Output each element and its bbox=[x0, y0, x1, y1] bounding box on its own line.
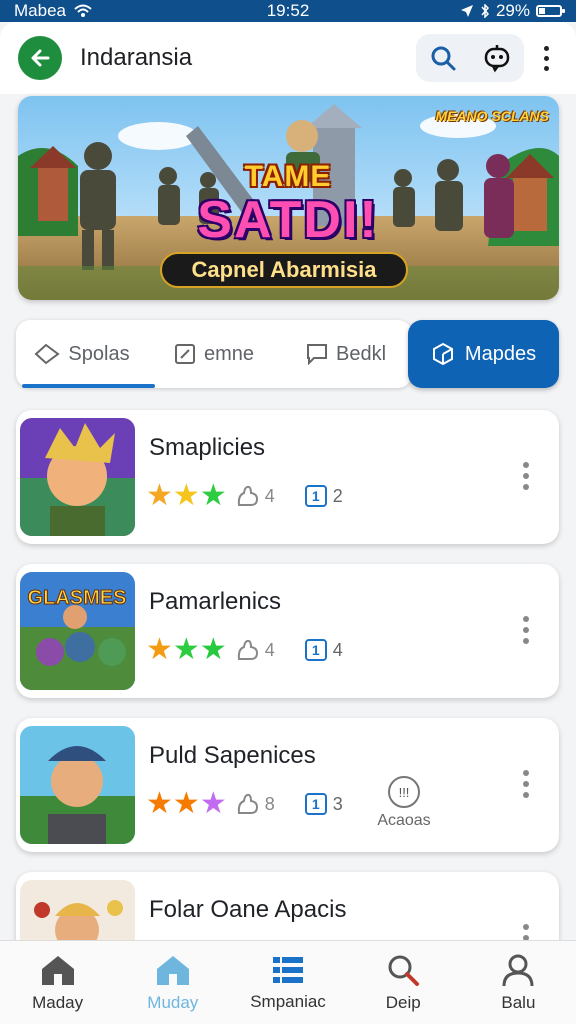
star-icon: ★ bbox=[199, 479, 227, 512]
comments-count: 13 bbox=[304, 793, 343, 815]
battery-icon bbox=[536, 5, 565, 17]
badge-icon: 1 bbox=[304, 485, 327, 507]
item-meta: ★ ★ ★ 4 14 bbox=[146, 632, 343, 668]
likes-count: 4 bbox=[235, 637, 275, 663]
item-meta: ★ ★ ★ 8 13 bbox=[146, 786, 343, 822]
banner-corner-label: MEANO SCLANS bbox=[435, 108, 549, 124]
likes-count: 8 bbox=[235, 791, 275, 817]
back-button[interactable] bbox=[18, 36, 62, 80]
item-title: Puld Sapenices bbox=[149, 742, 316, 769]
nav-label: Smpaniac bbox=[250, 991, 326, 1011]
cube-icon bbox=[432, 342, 453, 366]
arrow-left-icon bbox=[31, 49, 50, 67]
bluetooth-icon bbox=[481, 4, 489, 18]
nav-deip[interactable]: Deip bbox=[346, 941, 461, 1024]
app-header: Indaransia bbox=[0, 22, 576, 94]
carrier-name: Mabea bbox=[14, 1, 66, 20]
status-time: 19:52 bbox=[266, 1, 310, 20]
tab-bedkl[interactable]: Bedkl bbox=[280, 320, 412, 388]
edit-box-icon bbox=[174, 344, 195, 364]
banner-title-line2: SATDI! bbox=[197, 191, 379, 249]
tab-spolas[interactable]: Spolas bbox=[16, 320, 148, 388]
home-icon bbox=[41, 955, 74, 985]
tabs-strip: Spolas emne Bedkl bbox=[16, 320, 412, 388]
tab-emne[interactable]: emne bbox=[148, 320, 280, 388]
nav-label: Muday bbox=[147, 992, 199, 1012]
banner-title-line1: TAME bbox=[244, 160, 332, 193]
search-icon[interactable] bbox=[429, 44, 457, 72]
hand-icon bbox=[237, 639, 258, 660]
list-item[interactable]: Puld Sapenices ★ ★ ★ 8 13 !!! Acaoas bbox=[16, 718, 559, 852]
chatbot-icon[interactable] bbox=[482, 43, 512, 73]
badge-icon: 1 bbox=[304, 639, 327, 661]
star-icon: ★ bbox=[172, 633, 200, 666]
home-icon bbox=[156, 955, 189, 985]
achievement-label: Acaoas bbox=[377, 812, 431, 829]
star-icon: ★ bbox=[146, 787, 173, 820]
hand-icon bbox=[237, 793, 258, 814]
bottom-navigation: Maday Muday Smpaniac Deip Balu bbox=[0, 940, 576, 1024]
item-more-button[interactable] bbox=[523, 462, 529, 490]
nav-label: Maday bbox=[32, 992, 84, 1012]
list-item[interactable]: Smaplicies ★ ★ ★ 4 12 bbox=[16, 410, 559, 544]
nav-maday[interactable]: Maday bbox=[0, 941, 115, 1024]
star-icon: ★ bbox=[199, 787, 227, 820]
status-right: 29% bbox=[460, 1, 565, 21]
nav-muday[interactable]: Muday bbox=[115, 941, 230, 1024]
tab-label: Bedkl bbox=[335, 342, 387, 365]
tab-mapdes[interactable]: Mapdes bbox=[408, 320, 559, 388]
tab-label: emne bbox=[203, 342, 255, 365]
status-bar: Mabea 19:52 29% bbox=[0, 0, 576, 22]
tab-label: Spolas bbox=[68, 342, 130, 365]
likes-count: 4 bbox=[235, 483, 275, 509]
location-icon bbox=[460, 5, 473, 17]
thumb-label: GLASMES bbox=[28, 587, 127, 609]
chat-bubble-icon bbox=[306, 344, 327, 365]
category-tabs: Spolas emne Bedkl Mapdes bbox=[16, 320, 559, 388]
badge-icon: 1 bbox=[304, 793, 327, 815]
carrier-group: Mabea bbox=[14, 1, 92, 21]
more-options-button[interactable] bbox=[534, 38, 558, 78]
star-icon: ★ bbox=[199, 633, 227, 666]
page-title: Indaransia bbox=[80, 44, 193, 71]
hand-icon bbox=[237, 485, 258, 506]
achievement-icon: !!! bbox=[388, 776, 420, 808]
achievements-badge[interactable]: !!! Acaoas bbox=[364, 776, 444, 830]
nav-label: Deip bbox=[385, 992, 421, 1012]
item-meta: ★ ★ ★ 4 12 bbox=[146, 478, 343, 514]
nav-label: Balu bbox=[501, 992, 536, 1012]
star-icon: ★ bbox=[172, 479, 200, 512]
star-icon: ★ bbox=[146, 633, 173, 666]
tab-label: Mapdes bbox=[464, 342, 537, 365]
tab-underline bbox=[22, 384, 155, 388]
search-icon bbox=[388, 955, 420, 986]
header-actions bbox=[416, 34, 558, 82]
item-more-button[interactable] bbox=[523, 616, 529, 644]
comments-count: 12 bbox=[304, 485, 343, 507]
wifi-icon bbox=[74, 4, 92, 17]
item-title: Pamarlenics bbox=[149, 588, 282, 615]
item-title: Smaplicies bbox=[149, 434, 266, 461]
item-thumbnail: GLASMES bbox=[20, 572, 135, 690]
header-action-pill bbox=[416, 34, 524, 82]
item-more-button[interactable] bbox=[523, 770, 529, 798]
comments-count: 14 bbox=[304, 639, 343, 661]
person-icon bbox=[502, 954, 534, 986]
list-item[interactable]: GLASMES Pamarlenics ★ ★ ★ 4 14 bbox=[16, 564, 559, 698]
item-title: Folar Oane Apacis bbox=[149, 896, 347, 923]
star-icon: ★ bbox=[146, 479, 173, 512]
nav-balu[interactable]: Balu bbox=[461, 941, 576, 1024]
star-icon: ★ bbox=[172, 787, 200, 820]
tag-icon bbox=[34, 343, 61, 365]
nav-smpaniac[interactable]: Smpaniac bbox=[230, 941, 345, 1024]
banner-caption: Capnel Abarmisia bbox=[160, 252, 408, 288]
battery-percent: 29% bbox=[495, 1, 530, 20]
item-thumbnail bbox=[20, 418, 135, 536]
list-icon bbox=[273, 956, 303, 983]
item-thumbnail bbox=[20, 726, 135, 844]
